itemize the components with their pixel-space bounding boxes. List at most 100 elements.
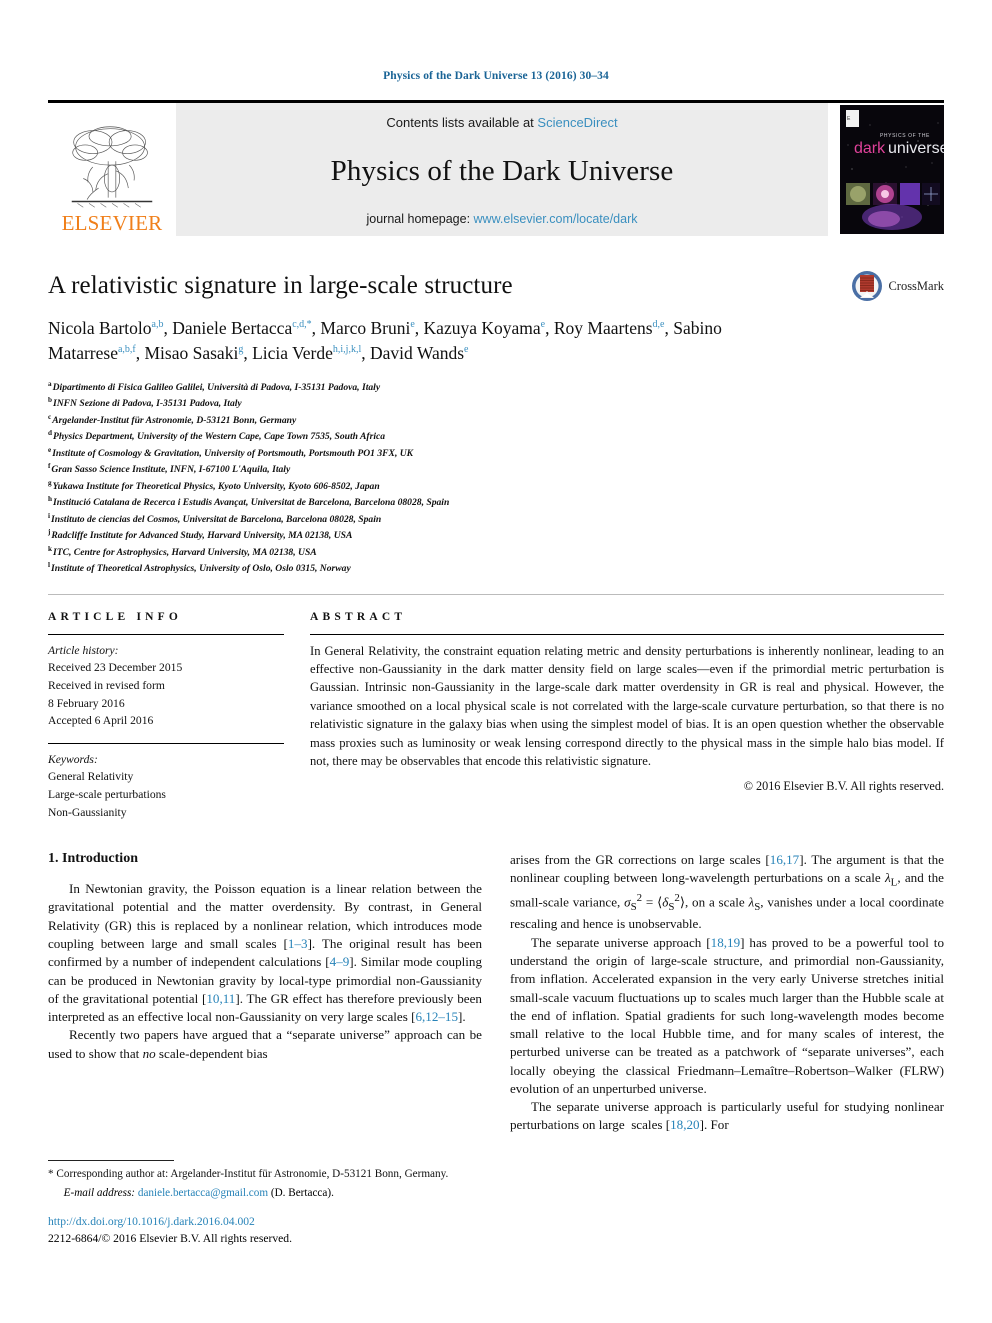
body-paragraph: Recently two papers have argued that a “…	[48, 1027, 482, 1061]
corresponding-author-text: Corresponding author at: Argelander-Inst…	[56, 1168, 449, 1180]
corresponding-author-note: * Corresponding author at: Argelander-In…	[48, 1166, 488, 1182]
info-abstract-row: ARTICLE INFO Article history: Received 2…	[48, 611, 944, 821]
doi-block: http://dx.doi.org/10.1016/j.dark.2016.04…	[48, 1214, 488, 1248]
email-line: E-mail address: daniele.bertacca@gmail.c…	[48, 1185, 488, 1201]
author-affil-marker[interactable]: g	[238, 344, 243, 355]
cover-artwork-icon: E PHYSICS OF THE dark universe	[840, 105, 944, 234]
author-affil-marker[interactable]: e	[410, 319, 414, 330]
article-history-label: Article history:	[48, 643, 119, 657]
crossmark-label: CrossMark	[888, 278, 944, 293]
elsevier-wordmark: ELSEVIER	[61, 211, 163, 235]
article-info-rule	[48, 633, 284, 635]
affiliation-item: eInstitute of Cosmology & Gravitation, U…	[48, 446, 944, 463]
svg-text:dark: dark	[854, 140, 886, 157]
citation-link[interactable]: 18,19	[711, 935, 740, 950]
author-item: Marco Brunie,	[320, 318, 424, 338]
sciencedirect-link[interactable]: ScienceDirect	[537, 115, 617, 130]
citation-link[interactable]: 1–3	[288, 936, 308, 951]
affiliation-text: Gran Sasso Science Institute, INFN, I-67…	[51, 464, 291, 476]
emphasis-text: no	[142, 1045, 156, 1061]
history-line: Received 23 December 2015	[48, 661, 183, 675]
homepage-url-link[interactable]: www.elsevier.com/locate/dark	[474, 212, 638, 226]
article-info-column: ARTICLE INFO Article history: Received 2…	[48, 611, 284, 821]
body-columns: 1. Introduction In Newtonian gravity, th…	[48, 851, 944, 1135]
affiliation-item: iInstituto de ciencias del Cosmos, Unive…	[48, 512, 944, 529]
author-affil-marker[interactable]: a,b	[152, 319, 164, 330]
citation-link[interactable]: 18,20	[670, 1117, 699, 1132]
author-affil-marker[interactable]: e	[541, 319, 545, 330]
citation-link[interactable]: 6,12–15	[415, 1009, 458, 1024]
body-right-column: arises from the GR corrections on large …	[510, 851, 944, 1135]
affiliation-text: ITC, Centre for Astrophysics, Harvard Un…	[53, 546, 317, 558]
article-history-block: Article history: Received 23 December 20…	[48, 642, 284, 730]
doi-link[interactable]: http://dx.doi.org/10.1016/j.dark.2016.04…	[48, 1214, 488, 1231]
journal-band: Contents lists available at ScienceDirec…	[176, 103, 828, 236]
body-paragraph: The separate universe approach [18,19] h…	[510, 934, 944, 1096]
affiliation-text: Instituto de ciencias del Cosmos, Univer…	[51, 513, 382, 525]
author-item: Misao Sasakig,	[144, 342, 253, 363]
author-item: Licia Verdeh,i,j,k,l,	[252, 342, 370, 363]
keywords-rule	[48, 742, 284, 744]
article-page: Physics of the Dark Universe 13 (2016) 3…	[0, 0, 992, 1323]
affiliation-item: gYukawa Institute for Theoretical Physic…	[48, 479, 944, 496]
affiliation-text: Institute of Theoretical Astrophysics, U…	[51, 563, 351, 575]
abstract-text: In General Relativity, the constraint eq…	[310, 643, 944, 768]
body-paragraph: The separate universe approach is partic…	[510, 1099, 944, 1133]
affiliation-item: aDipartimento di Fisica Galileo Galilei,…	[48, 380, 944, 397]
history-line: 8 February 2016	[48, 696, 125, 710]
affiliation-item: lInstitute of Theoretical Astrophysics, …	[48, 561, 944, 578]
keyword-item: Large-scale perturbations	[48, 787, 166, 801]
citation-link[interactable]: 16,17	[770, 852, 799, 867]
author-item: Kazuya Koyamae,	[423, 318, 554, 338]
homepage-prefix: journal homepage:	[366, 212, 471, 226]
affiliation-text: Physics Department, University of the We…	[53, 431, 386, 443]
affiliation-text: Radcliffe Institute for Advanced Study, …	[51, 530, 353, 542]
affiliation-text: Institució Catalana de Recerca i Estudis…	[53, 497, 450, 509]
contents-prefix: Contents lists available at	[386, 115, 534, 130]
citation-link[interactable]: 10,11	[206, 991, 235, 1006]
author-affil-marker[interactable]: c,d,*	[292, 319, 311, 330]
author-item: Nicola Bartoloa,b,	[48, 318, 173, 338]
history-line: Accepted 6 April 2016	[48, 714, 154, 728]
author-affil-marker[interactable]: h,i,j,k,l	[333, 344, 361, 355]
body-paragraph: In Newtonian gravity, the Poisson equati…	[48, 881, 483, 1025]
journal-header: ELSEVIER Contents lists available at Sci…	[48, 100, 944, 236]
elsevier-tree-icon	[71, 126, 153, 208]
affiliation-text: Institute of Cosmology & Gravitation, Un…	[52, 447, 414, 459]
body-left-column: 1. Introduction In Newtonian gravity, th…	[48, 851, 482, 1135]
abstract-heading: ABSTRACT	[310, 610, 407, 623]
affiliation-item: dPhysics Department, University of the W…	[48, 429, 944, 446]
abstract-copyright: © 2016 Elsevier B.V. All rights reserved…	[743, 779, 944, 794]
citation-link[interactable]: 4–9	[330, 954, 350, 969]
affiliation-item: cArgelander-Institut für Astronomie, D-5…	[48, 413, 944, 430]
article-info-heading: ARTICLE INFO	[48, 610, 183, 623]
journal-cover-image: E PHYSICS OF THE dark universe	[840, 105, 944, 234]
affiliation-item: bINFN Sezione di Padova, I-35131 Padova,…	[48, 396, 944, 413]
affiliation-item: kITC, Centre for Astrophysics, Harvard U…	[48, 545, 944, 562]
affiliation-text: Dipartimento di Fisica Galileo Galilei, …	[52, 381, 381, 393]
crossmark-badge[interactable]: CrossMark	[851, 270, 944, 302]
author-item: David Wandse	[370, 342, 469, 363]
footnote-rule	[48, 1160, 174, 1161]
section-title-introduction: 1. Introduction	[48, 851, 138, 867]
author-affil-marker[interactable]: a,b,f	[118, 344, 136, 355]
footnote-star-marker: *	[48, 1168, 54, 1180]
keywords-label: Keywords:	[48, 752, 98, 766]
affiliation-text: INFN Sezione di Padova, I-35131 Padova, …	[53, 398, 242, 410]
author-affil-marker[interactable]: d,e	[653, 319, 665, 330]
footnote-area: * Corresponding author at: Argelander-In…	[48, 1160, 488, 1248]
abstract-column: ABSTRACT In General Relativity, the cons…	[310, 611, 944, 821]
history-line: Received in revised form	[48, 678, 165, 692]
affiliation-item: hInstitució Catalana de Recerca i Estudi…	[48, 495, 944, 512]
running-head: Physics of the Dark Universe 13 (2016) 3…	[383, 70, 609, 82]
keyword-item: Non-Gaussianity	[48, 805, 127, 819]
author-affil-marker[interactable]: e	[464, 344, 468, 355]
elsevier-logo: ELSEVIER	[48, 103, 176, 236]
email-link[interactable]: daniele.bertacca@gmail.com	[138, 1187, 268, 1199]
divider-above-info	[48, 593, 944, 595]
affiliation-item: fGran Sasso Science Institute, INFN, I-6…	[48, 462, 944, 479]
issn-copyright-line: 2212-6864/© 2016 Elsevier B.V. All right…	[48, 1232, 292, 1246]
contents-lists-line: Contents lists available at ScienceDirec…	[386, 115, 617, 130]
email-label: E-mail address:	[63, 1187, 136, 1200]
